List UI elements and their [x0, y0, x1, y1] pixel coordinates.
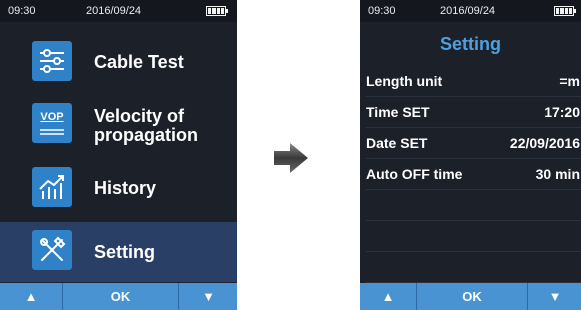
- setting-name: Auto OFF time: [366, 166, 463, 182]
- down-button[interactable]: ▼: [527, 283, 581, 310]
- setting-value: 22/09/2016: [509, 135, 580, 151]
- setting-value: =m: [559, 73, 580, 89]
- status-time: 09:30: [8, 5, 36, 17]
- menu-label-cable-test: Cable Test: [94, 52, 184, 72]
- setting-row-empty: [366, 190, 581, 221]
- setting-row-date-set[interactable]: Date SET 22/09/2016: [366, 128, 581, 159]
- setting-row-empty: [366, 252, 581, 283]
- setting-row-empty: [366, 221, 581, 252]
- up-button[interactable]: ▲: [360, 283, 416, 310]
- status-time: 09:30: [368, 5, 396, 17]
- menu-label-velocity-line2: propagation: [94, 125, 198, 145]
- vop-icon: VOP: [32, 103, 72, 143]
- setting-value: 30 min: [535, 166, 580, 182]
- sliders-icon: [32, 41, 72, 81]
- tools-icon: [32, 230, 72, 270]
- setting-row-time-set[interactable]: Time SET 17:20: [366, 97, 581, 128]
- setting-row-auto-off-time[interactable]: Auto OFF time 30 min: [366, 159, 581, 190]
- battery-icon: [554, 6, 576, 16]
- main-menu-screen: 09:30 2016/09/24 Cable Test VOP Velocity…: [0, 0, 237, 310]
- menu-item-setting[interactable]: Setting: [0, 222, 237, 282]
- status-date: 2016/09/24: [440, 5, 496, 17]
- setting-value: 17:20: [544, 104, 580, 120]
- softkey-bar: ▲ OK ▼: [0, 283, 237, 310]
- menu-item-velocity-of-propagation[interactable]: VOP Velocity of propagation: [0, 92, 237, 150]
- ok-button[interactable]: OK: [416, 283, 527, 310]
- setting-name: Date SET: [366, 135, 428, 151]
- status-bar: 09:30 2016/09/24: [0, 0, 237, 22]
- menu-label-setting: Setting: [94, 242, 155, 262]
- battery-icon: [206, 6, 228, 16]
- status-date: 2016/09/24: [86, 5, 142, 17]
- menu-item-history[interactable]: History: [0, 158, 237, 216]
- softkey-bar: ▲ OK ▼: [360, 283, 581, 310]
- setting-name: Length unit: [366, 73, 443, 89]
- setting-name: Time SET: [366, 104, 430, 120]
- menu-label-history: History: [94, 178, 157, 198]
- menu-label-velocity-line1: Velocity of: [94, 106, 185, 126]
- down-button[interactable]: ▼: [178, 283, 237, 310]
- up-button[interactable]: ▲: [0, 283, 62, 310]
- setting-row-length-unit[interactable]: Length unit =m: [366, 66, 581, 97]
- status-bar: 09:30 2016/09/24: [360, 0, 581, 22]
- right-arrow-icon: [274, 143, 308, 173]
- menu-item-cable-test[interactable]: Cable Test: [0, 32, 237, 90]
- ok-button[interactable]: OK: [62, 283, 178, 310]
- page-title: Setting: [440, 34, 501, 54]
- settings-screen: 09:30 2016/09/24 Setting Length unit =m …: [360, 0, 581, 310]
- chart-icon: [32, 167, 72, 207]
